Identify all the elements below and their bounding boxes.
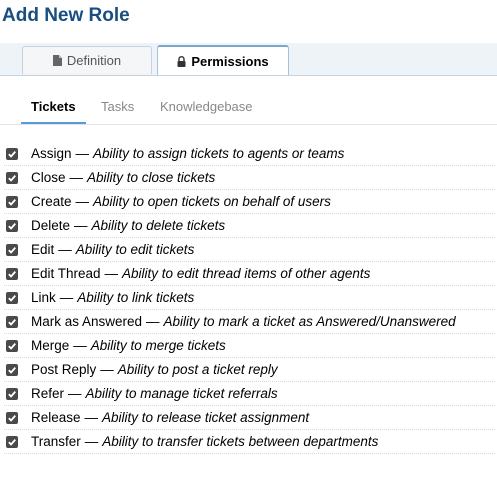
subtab-knowledgebase[interactable]: Knowledgebase [160,90,253,122]
permission-name: Transfer [31,434,81,449]
permission-name: Post Reply [31,362,97,377]
check-icon [8,270,16,278]
permission-description: Ability to merge tickets [90,338,226,353]
subtab-tickets[interactable]: Tickets [21,90,86,124]
separator-dash: — [104,266,119,281]
permission-description: Ability to open tickets on behalf of use… [93,194,331,209]
permission-row[interactable]: Close — Ability to close tickets [4,166,495,190]
permission-row[interactable]: Create — Ability to open tickets on behalf… [4,190,495,214]
permission-row[interactable]: Post Reply — Ability to post a ticket repl… [4,358,495,382]
permission-name: Delete [31,218,71,233]
permission-row[interactable]: Refer — Ability to manage ticket referrals [4,382,495,406]
page-title: Add New Role [2,5,130,26]
permission-checkbox[interactable] [6,387,18,400]
permission-description: Ability to delete tickets [91,218,226,233]
permission-name: Edit Thread [31,266,101,281]
check-icon [8,438,16,446]
permission-row[interactable]: Link — Ability to link tickets [4,286,495,310]
permission-category-tabs: Tickets Tasks Knowledgebase [0,90,497,125]
permission-checkbox[interactable] [6,363,18,376]
permission-row[interactable]: Delete — Ability to delete tickets [4,214,495,238]
permission-row[interactable]: Merge — Ability to merge tickets [4,334,495,358]
separator-dash: — [69,170,84,185]
permission-checkbox[interactable] [6,195,18,208]
permission-checkbox[interactable] [6,219,18,232]
permission-name: Mark as Answered [31,314,143,329]
separator-dash: — [74,218,88,233]
permission-row[interactable]: Mark as Answered — Ability to mark a ticke… [4,310,495,334]
permission-description: Ability to close tickets [87,170,216,185]
permission-description: Ability to link tickets [77,290,195,305]
permission-checkbox[interactable] [6,435,18,448]
permission-checkbox[interactable] [6,315,18,328]
permission-name: Assign [31,146,72,161]
permission-description: Ability to transfer tickets between depa… [102,434,379,449]
separator-dash: — [146,314,160,329]
permission-checkbox[interactable] [6,291,18,304]
permission-checkbox[interactable] [6,147,18,160]
permission-checkbox[interactable] [6,171,18,184]
separator-dash: — [68,386,82,401]
separator-dash: — [100,362,114,377]
check-icon [8,318,16,326]
tab-definition[interactable]: Definition [22,46,152,74]
check-icon [8,342,16,350]
tab-permissions[interactable]: Permissions [157,45,289,75]
subtab-tasks[interactable]: Tasks [101,90,134,122]
permission-name: Release [31,410,81,425]
permission-list: Assign — Ability to assign tickets to agen… [0,142,497,454]
tab-permissions-label: Permissions [191,53,269,69]
permission-name: Refer [31,386,65,401]
permission-name: Edit [31,242,55,257]
check-icon [8,150,16,158]
permission-description: Ability to edit thread items of other ag… [122,266,371,281]
permission-name: Link [31,290,56,305]
permission-checkbox[interactable] [6,243,18,256]
permission-row[interactable]: Transfer — Ability to transfer tickets bet… [4,430,495,454]
permission-description: Ability to post a ticket reply [117,362,278,377]
permission-row[interactable]: Assign — Ability to assign tickets to agen… [4,142,495,166]
permission-checkbox[interactable] [6,339,18,352]
lock-icon [177,55,186,67]
check-icon [8,174,16,182]
check-icon [8,198,16,206]
permission-description: Ability to edit tickets [75,242,195,257]
permission-name: Close [31,170,66,185]
permission-checkbox[interactable] [6,411,18,424]
check-icon [8,366,16,374]
separator-dash: — [73,338,87,353]
tab-definition-label: Definition [66,53,122,68]
separator-dash: — [84,410,99,425]
separator-dash: — [58,242,72,257]
separator-dash: — [75,146,90,161]
separator-dash: — [84,434,99,449]
permission-name: Merge [31,338,70,353]
permission-row[interactable]: Edit — Ability to edit tickets [4,238,495,262]
permission-description: Ability to mark a ticket as Answered/Una… [163,314,456,329]
tab-bar: Definition Permissions [0,43,497,76]
permission-name: Create [31,194,72,209]
document-icon [52,55,62,66]
permission-row[interactable]: Release — Ability to release ticket assign… [4,406,495,430]
check-icon [8,246,16,254]
check-icon [8,414,16,422]
permission-row[interactable]: Edit Thread — Ability to edit thread items… [4,262,495,286]
check-icon [8,294,16,302]
permission-description: Ability to release ticket assignment [102,410,310,425]
check-icon [8,390,16,398]
check-icon [8,222,16,230]
permission-description: Ability to manage ticket referrals [85,386,278,401]
separator-dash: — [59,290,74,305]
permission-checkbox[interactable] [6,267,18,280]
separator-dash: — [75,194,90,209]
permission-description: Ability to assign tickets to agents or t… [93,146,345,161]
